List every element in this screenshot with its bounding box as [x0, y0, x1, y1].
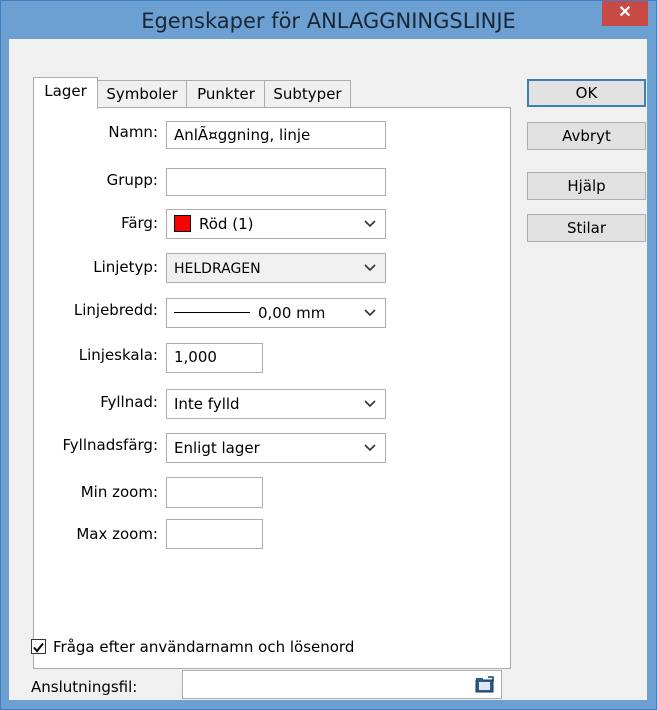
linjebredd-label: Linjebredd: — [73, 301, 158, 319]
farg-dropdown[interactable]: Röd (1) — [166, 209, 386, 239]
checkmark-icon — [33, 642, 44, 653]
credentials-checkbox[interactable] — [31, 639, 46, 654]
linjetyp-value: HELDRAGEN — [174, 261, 261, 277]
linjebredd-value: 0,00 mm — [258, 304, 326, 322]
ok-button[interactable]: OK — [527, 79, 646, 107]
chevron-down-icon — [364, 264, 376, 272]
namn-label: Namn: — [108, 123, 158, 141]
title-bar[interactable]: Egenskaper för ANLAGGNINGSLINJE ✕ — [1, 1, 656, 39]
grupp-field[interactable] — [166, 168, 386, 196]
linjeskala-field[interactable]: 1,000 — [166, 343, 263, 373]
connection-file-field[interactable] — [182, 670, 502, 699]
dialog-window: Egenskaper för ANLAGGNINGSLINJE ✕ Lager … — [0, 0, 657, 710]
connection-file-label: Anslutningsfil: — [31, 678, 138, 696]
min-zoom-field[interactable] — [166, 477, 263, 508]
close-icon: ✕ — [618, 4, 632, 21]
fyllnad-label: Fyllnad: — [100, 393, 158, 411]
color-swatch — [174, 215, 191, 232]
farg-label: Färg: — [121, 214, 158, 232]
chevron-down-icon — [364, 400, 376, 408]
chevron-down-icon — [364, 220, 376, 228]
linjetyp-dropdown[interactable]: HELDRAGEN — [166, 253, 386, 283]
styles-button[interactable]: Stilar — [527, 214, 646, 242]
fyllnadsfarg-dropdown[interactable]: Enligt lager — [166, 433, 386, 463]
linjeskala-label: Linjeskala: — [78, 346, 158, 364]
chevron-down-icon — [364, 309, 376, 317]
credentials-checkbox-label: Fråga efter användarnamn och lösenord — [53, 638, 355, 656]
tab-panel-lager: Namn: AnlÃ¤ggning, linje Grupp: Färg: Rö… — [33, 107, 511, 669]
help-button[interactable]: Hjälp — [527, 172, 646, 200]
tab-symboler[interactable]: Symboler — [96, 80, 188, 107]
close-button[interactable]: ✕ — [602, 1, 648, 26]
line-width-sample — [174, 312, 250, 313]
dialog-client: Lager Symboler Punkter Subtyper Namn: An… — [9, 39, 647, 700]
grupp-label: Grupp: — [106, 171, 158, 189]
fyllnad-value: Inte fylld — [174, 395, 240, 413]
max-zoom-label: Max zoom: — [76, 525, 158, 543]
fyllnad-dropdown[interactable]: Inte fylld — [166, 389, 386, 419]
max-zoom-field[interactable] — [166, 519, 263, 549]
linjebredd-dropdown[interactable]: 0,00 mm — [166, 298, 386, 328]
fyllnadsfarg-value: Enligt lager — [174, 439, 260, 457]
window-title: Egenskaper för ANLAGGNINGSLINJE — [141, 9, 516, 33]
linjetyp-label: Linjetyp: — [93, 258, 158, 276]
namn-field[interactable]: AnlÃ¤ggning, linje — [166, 121, 386, 149]
chevron-down-icon — [364, 444, 376, 452]
min-zoom-label: Min zoom: — [80, 483, 158, 501]
fyllnadsfarg-label: Fyllnadsfärg: — [62, 436, 158, 454]
tab-lager[interactable]: Lager — [33, 77, 98, 109]
cancel-button[interactable]: Avbryt — [527, 122, 646, 150]
tab-punkter[interactable]: Punkter — [186, 80, 266, 107]
folder-browse-icon[interactable] — [475, 676, 495, 693]
farg-value: Röd (1) — [199, 215, 254, 233]
tab-subtyper[interactable]: Subtyper — [264, 80, 351, 107]
